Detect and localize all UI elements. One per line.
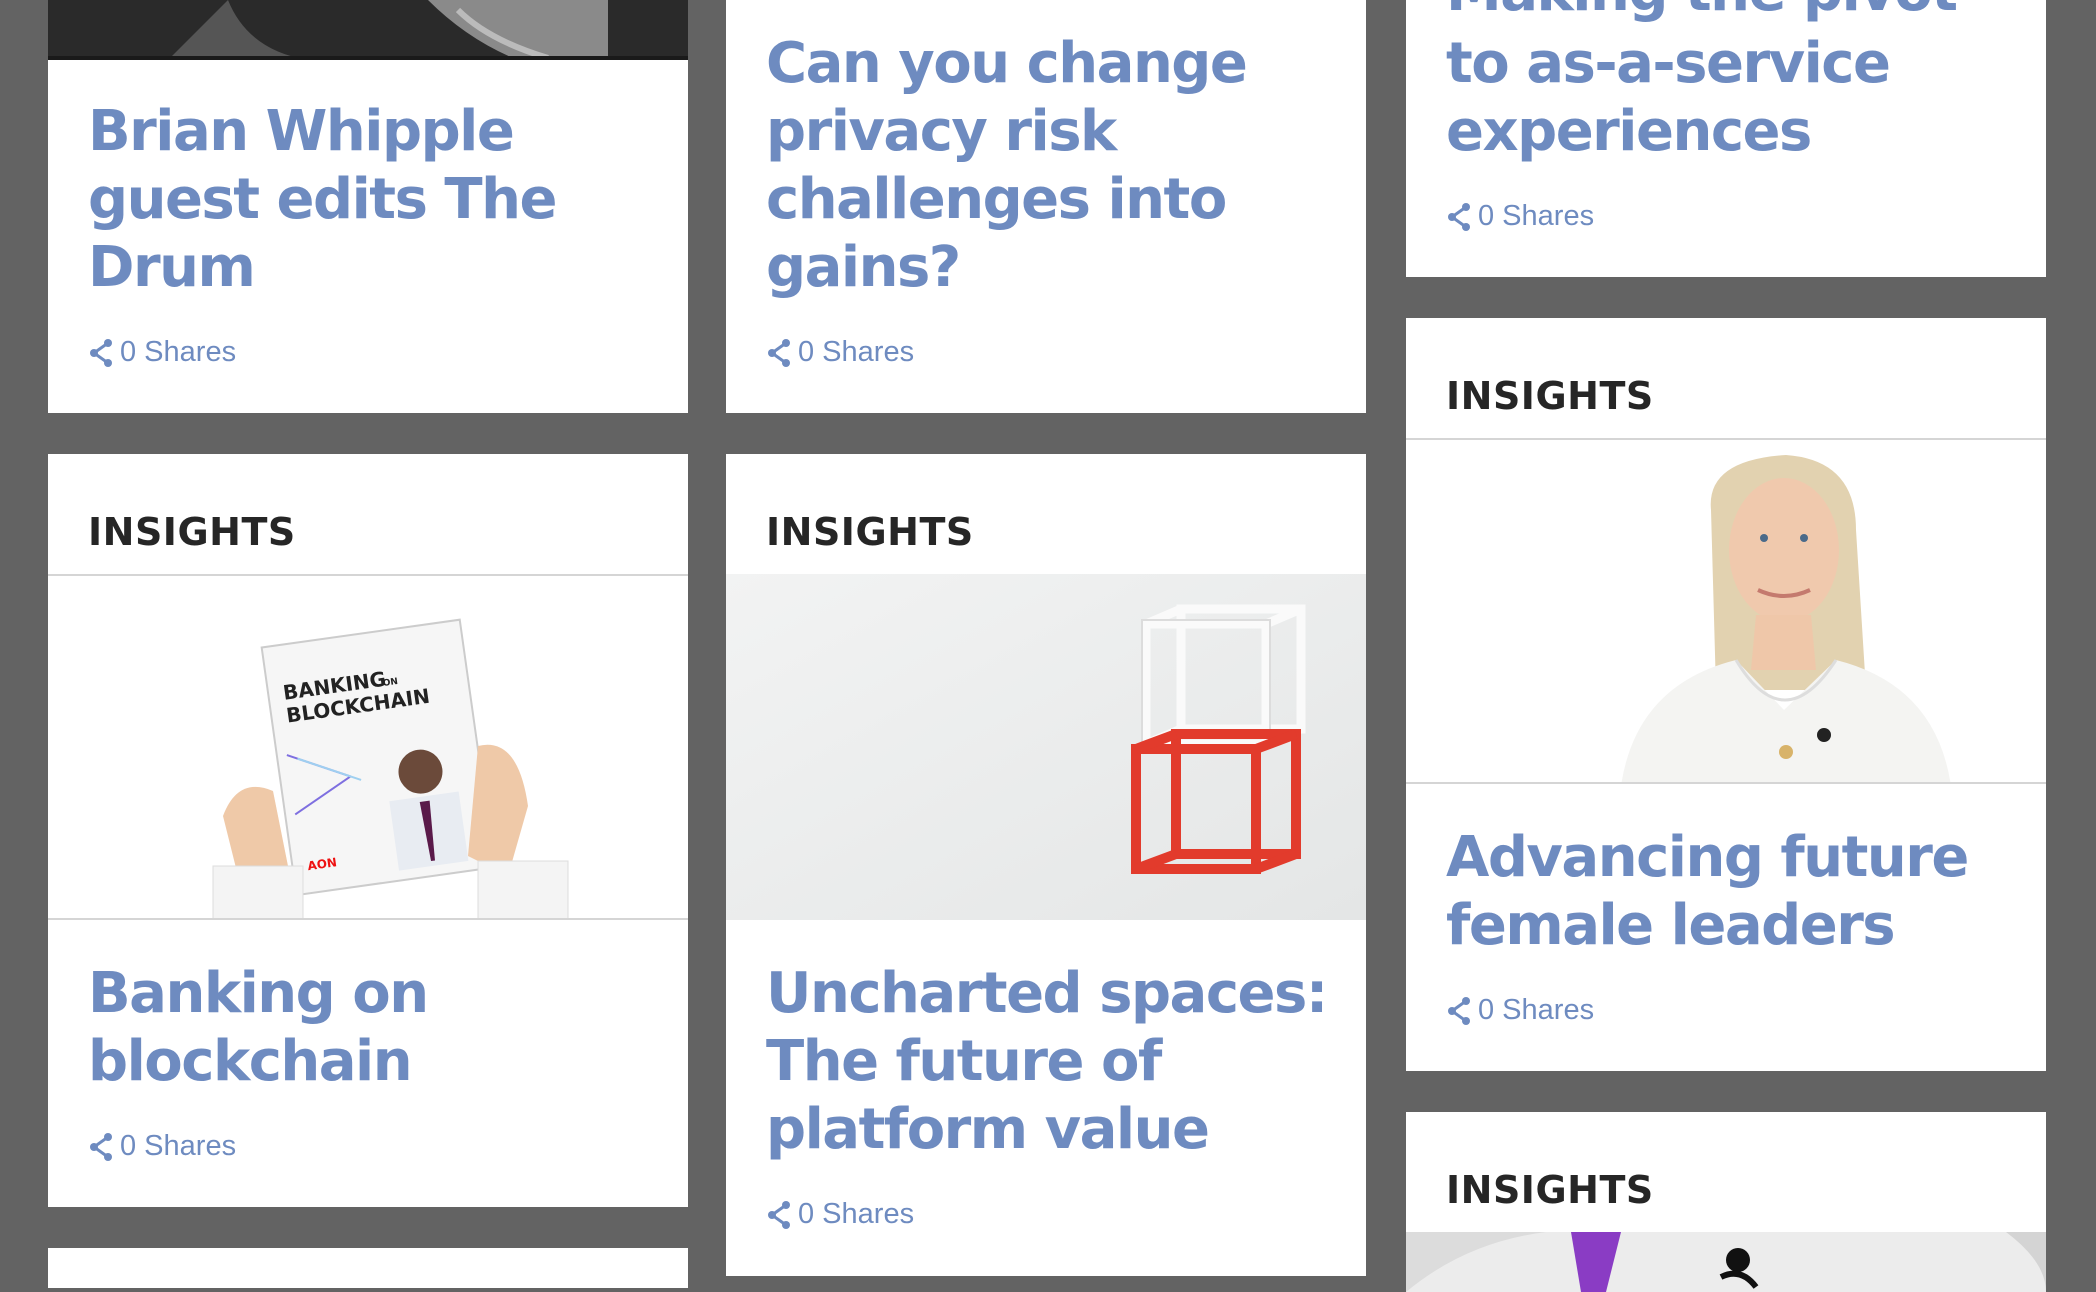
svg-text:ON: ON	[382, 677, 398, 689]
cubes-image	[726, 574, 1366, 920]
share-count[interactable]: 0 Shares	[88, 1130, 236, 1163]
article-title[interactable]: Advancing future female leaders	[1446, 824, 2016, 960]
report-image: BANKING ON BLOCKCHAIN AON	[48, 576, 688, 918]
article-title-partial[interactable]: Making the pivot	[1446, 0, 2016, 26]
article-card-partial[interactable]	[48, 1248, 688, 1288]
article-title[interactable]: Uncharted spaces: The future of platform…	[766, 960, 1336, 1164]
portrait-image	[48, 0, 688, 60]
share-icon	[90, 338, 112, 367]
category-label: INSIGHTS	[1446, 374, 1654, 418]
article-card-as-a-service[interactable]: Making the pivot to as-a-service experie…	[1406, 0, 2046, 277]
article-card-brian-whipple[interactable]: Brian Whipple guest edits The Drum 0 Sha…	[48, 0, 688, 413]
article-thumbnail[interactable]: BANKING ON BLOCKCHAIN AON	[48, 574, 688, 920]
share-icon	[1448, 996, 1470, 1025]
category-label: INSIGHTS	[88, 510, 296, 554]
category-label: INSIGHTS	[766, 510, 974, 554]
share-icon	[90, 1132, 112, 1161]
article-title[interactable]: to as-a-service experiences	[1446, 30, 2016, 166]
share-count[interactable]: 0 Shares	[1446, 994, 1594, 1027]
share-count[interactable]: 0 Shares	[88, 336, 236, 369]
category-label: INSIGHTS	[1446, 1168, 1654, 1212]
article-title[interactable]: Brian Whipple guest edits The Drum	[88, 98, 658, 302]
illustration-image	[1406, 1232, 2046, 1292]
article-card-privacy-risk[interactable]: Can you change privacy risk challenges i…	[726, 0, 1366, 413]
article-thumbnail[interactable]	[48, 0, 688, 60]
article-thumbnail[interactable]	[1406, 1232, 2046, 1292]
article-title[interactable]: Banking on blockchain	[88, 960, 658, 1096]
share-count[interactable]: 0 Shares	[766, 1198, 914, 1231]
article-thumbnail[interactable]	[726, 574, 1366, 920]
share-icon	[768, 1200, 790, 1229]
article-card-female-leaders[interactable]: INSIGHTS Advancing future female leaders…	[1406, 318, 2046, 1071]
article-card-banking-blockchain[interactable]: INSIGHTS BANKING ON BLOCKCHAIN AON Banki…	[48, 454, 688, 1207]
article-card-uncharted-spaces[interactable]: INSIGHTS Uncharted spaces: The future of…	[726, 454, 1366, 1276]
share-count-label: 0 Shares	[1478, 200, 1595, 232]
share-count[interactable]: 0 Shares	[1446, 200, 1594, 233]
share-count-label: 0 Shares	[120, 336, 237, 368]
portrait-image	[1406, 440, 2046, 782]
share-count[interactable]: 0 Shares	[766, 336, 914, 369]
article-title[interactable]: Can you change privacy risk challenges i…	[766, 30, 1336, 302]
article-thumbnail[interactable]	[1406, 438, 2046, 784]
share-count-label: 0 Shares	[798, 336, 915, 368]
share-count-label: 0 Shares	[798, 1198, 915, 1230]
share-count-label: 0 Shares	[120, 1130, 237, 1162]
article-card-partial[interactable]: INSIGHTS	[1406, 1112, 2046, 1292]
share-count-label: 0 Shares	[1478, 994, 1595, 1026]
share-icon	[768, 338, 790, 367]
share-icon	[1448, 202, 1470, 231]
